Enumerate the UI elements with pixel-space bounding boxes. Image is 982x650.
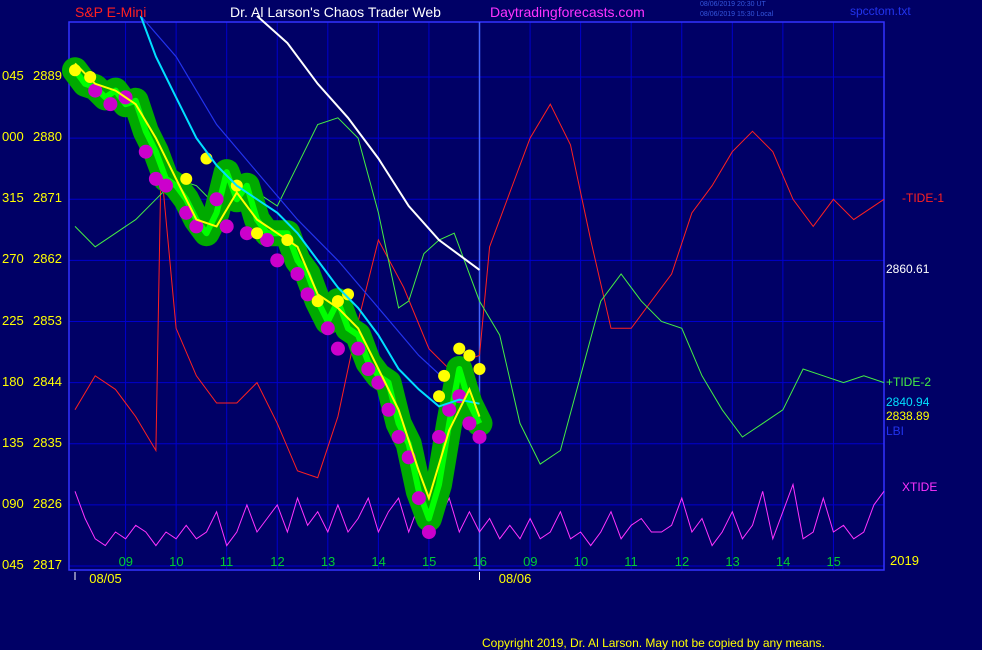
- timestamp-local: 08/06/2019 15:30 Local: [700, 11, 774, 18]
- marker-yellow: [473, 363, 486, 376]
- right-series-label: 2860.61: [886, 261, 930, 276]
- y-tick-label: 2817: [33, 557, 62, 572]
- copyright-notice: Copyright 2019, Dr. Al Larson. May not b…: [482, 636, 825, 650]
- y-tick-angle-label: 045: [2, 557, 24, 572]
- x-date-label: 08/06: [498, 571, 532, 586]
- price-chart: [62, 15, 885, 580]
- marker-magenta: [472, 429, 487, 444]
- y-tick-angle-label: 315: [2, 190, 24, 206]
- x-tick-label: 11: [624, 554, 638, 569]
- marker-magenta: [351, 341, 366, 356]
- marker-yellow: [84, 71, 97, 83]
- x-tick-label: 11: [219, 554, 234, 569]
- marker-magenta: [103, 97, 118, 112]
- marker-magenta: [138, 144, 153, 159]
- marker-yellow: [463, 349, 476, 362]
- right-series-label: +TIDE-2: [886, 374, 932, 389]
- marker-magenta: [209, 192, 224, 207]
- marker-magenta: [219, 219, 234, 234]
- right-series-label: 2840.94: [886, 395, 930, 410]
- y-tick-angle-label: 135: [2, 434, 24, 450]
- y-tick-label: 2880: [33, 129, 62, 145]
- marker-magenta: [381, 402, 396, 417]
- x-tick-label: 15: [826, 554, 841, 569]
- right-series-label: LBI: [886, 424, 905, 439]
- y-tick-angle-label: 225: [2, 312, 24, 328]
- x-tick-label: 13: [320, 554, 336, 569]
- plot-frame: [68, 21, 885, 571]
- marker-magenta: [330, 341, 345, 356]
- x-tick-label: 16: [472, 554, 487, 569]
- y-tick-angle-label: 045: [2, 68, 24, 83]
- x-tick-label: 09: [523, 554, 538, 569]
- marker-yellow: [251, 227, 264, 240]
- marker-yellow: [438, 369, 451, 382]
- instrument-title: S&P E-Mini: [75, 4, 147, 20]
- x-tick-label: 14: [371, 554, 386, 569]
- right-series-label: -TIDE-1: [902, 191, 944, 206]
- y-tick-angle-label: 180: [2, 373, 24, 389]
- marker-magenta: [411, 491, 426, 506]
- x-tick-label: 14: [775, 554, 791, 569]
- x-tick-label: 13: [725, 554, 740, 569]
- marker-magenta: [462, 416, 477, 431]
- y-tick-angle-label: 270: [2, 251, 24, 267]
- x-tick-label: 10: [169, 554, 184, 569]
- x-tick-label: 09: [118, 554, 134, 569]
- marker-yellow: [433, 390, 446, 403]
- marker-magenta: [270, 253, 285, 268]
- timestamp-ut: 08/06/2019 20:30 UT: [700, 1, 766, 8]
- marker-yellow: [453, 342, 466, 355]
- y-tick-label: 2862: [33, 251, 62, 267]
- x-tick-label: 12: [270, 554, 285, 569]
- site-url[interactable]: Daytradingforecasts.com: [490, 4, 645, 20]
- x-date-label: 08/05: [89, 571, 122, 586]
- y-tick-label: 2853: [33, 312, 62, 328]
- marker-magenta: [320, 321, 335, 336]
- y-tick-label: 2826: [33, 495, 62, 511]
- marker-magenta: [432, 429, 447, 444]
- data-file-name: spcctom.txt: [850, 4, 911, 18]
- marker-yellow: [69, 64, 81, 77]
- marker-magenta: [421, 525, 436, 540]
- y-tick-angle-label: 090: [2, 495, 24, 511]
- right-series-label: 2838.89: [886, 409, 930, 424]
- x-tick-label: 15: [421, 554, 437, 569]
- y-tick-label: 2889: [33, 68, 62, 83]
- chart-canvas: S&P E-Mini Dr. Al Larson's Chaos Trader …: [0, 0, 982, 650]
- y-tick-label: 2844: [33, 373, 62, 389]
- x-year-label: 2019: [890, 553, 919, 568]
- marker-magenta: [159, 178, 174, 193]
- marker-yellow: [180, 172, 193, 185]
- right-series-label: XTIDE: [902, 479, 938, 494]
- y-tick-angle-label: 000: [2, 129, 24, 145]
- y-tick-label: 2835: [33, 434, 62, 450]
- marker-magenta: [290, 266, 305, 281]
- marker-magenta: [391, 429, 406, 444]
- site-title: Dr. Al Larson's Chaos Trader Web: [230, 4, 441, 20]
- marker-magenta: [361, 362, 376, 377]
- x-tick-label: 10: [573, 554, 589, 569]
- x-tick-label: 12: [674, 554, 690, 569]
- y-tick-label: 2871: [33, 190, 62, 206]
